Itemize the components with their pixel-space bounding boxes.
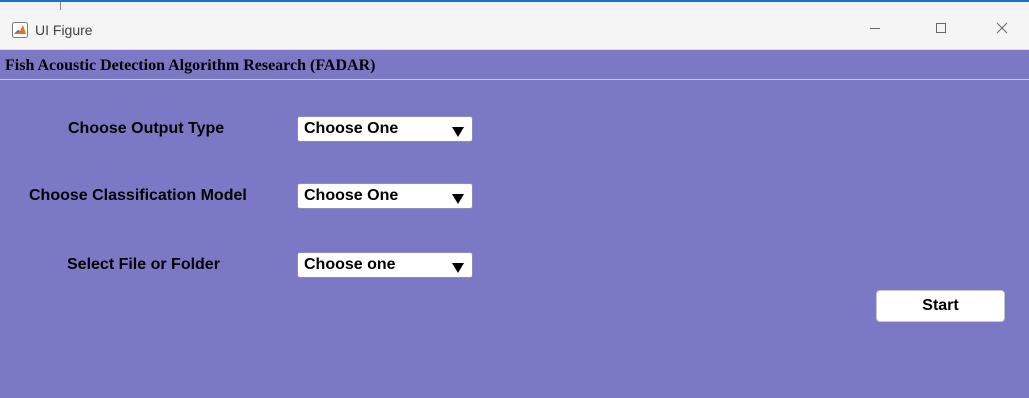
desktop-tick-mark: [60, 2, 61, 10]
taskbar-accent-line: [0, 0, 1029, 2]
app-header: Fish Acoustic Detection Algorithm Resear…: [0, 50, 1029, 80]
ui-figure-window: UI Figure Fish Acoustic Detection Algori…: [0, 10, 1029, 398]
maximize-icon: [935, 21, 947, 39]
maximize-button[interactable]: [918, 14, 964, 46]
app-title: Fish Acoustic Detection Algorithm Resear…: [5, 57, 376, 74]
minimize-button[interactable]: [852, 14, 898, 46]
classification-model-label: Choose Classification Model: [29, 187, 247, 204]
output-type-dropdown[interactable]: Choose One: [297, 116, 473, 142]
chevron-down-icon: [452, 191, 464, 204]
file-folder-label: Select File or Folder: [67, 256, 220, 273]
output-type-value: Choose One: [304, 120, 399, 137]
window-titlebar[interactable]: UI Figure: [0, 10, 1029, 50]
classification-model-value: Choose One: [304, 187, 399, 204]
chevron-down-icon: [452, 124, 464, 137]
matlab-icon: [12, 22, 28, 38]
start-button[interactable]: Start: [876, 290, 1005, 322]
output-type-label: Choose Output Type: [68, 120, 225, 137]
minimize-icon: [869, 21, 881, 39]
close-button[interactable]: [979, 14, 1025, 46]
file-folder-dropdown[interactable]: Choose one: [297, 252, 473, 278]
close-icon: [996, 21, 1008, 39]
file-folder-value: Choose one: [304, 256, 396, 273]
desktop-background-strip: [0, 0, 1029, 10]
window-title: UI Figure: [35, 22, 93, 38]
chevron-down-icon: [452, 260, 464, 273]
classification-model-dropdown[interactable]: Choose One: [297, 183, 473, 209]
